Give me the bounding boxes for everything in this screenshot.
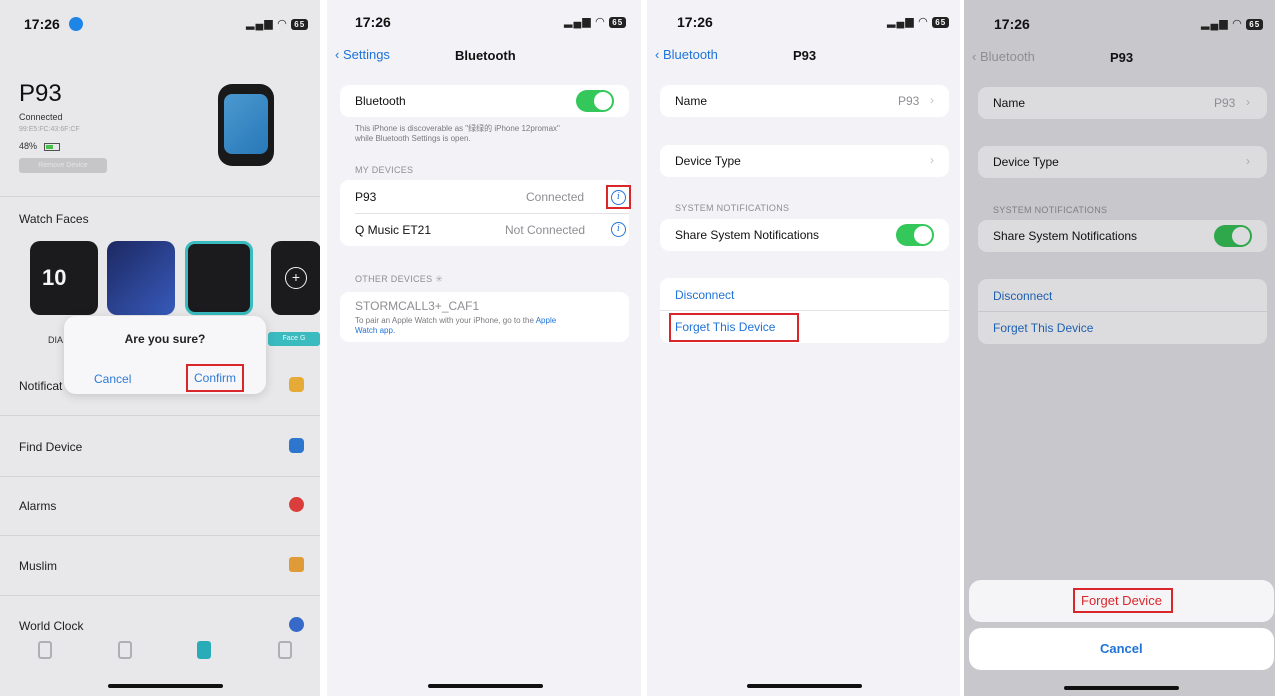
battery-icon: 65 — [1246, 18, 1264, 30]
dialog-title: Are you sure? — [124, 332, 206, 346]
status-time: 17:26 — [355, 14, 391, 30]
disconnect-button[interactable]: Disconnect — [675, 288, 734, 302]
battery-icon: 65 — [609, 16, 627, 28]
share-notifications-label: Share System Notifications — [993, 229, 1138, 243]
home-indicator — [428, 684, 543, 688]
nav-title: Bluetooth — [455, 48, 516, 63]
chevron-right-icon: › — [930, 153, 934, 167]
cancel-sheet-button[interactable]: Cancel — [1100, 641, 1143, 656]
device-type-row[interactable]: Device Type › — [660, 145, 949, 177]
watch-app-screen: 17:26 ▂▄▆ ◠ 65 P93 Connected 99:E5:FC:43… — [0, 0, 320, 696]
share-notifications-label: Share System Notifications — [675, 228, 820, 242]
home-indicator — [108, 684, 223, 688]
nav-title: P93 — [793, 48, 817, 63]
forget-device-link: Forget This Device — [993, 321, 1094, 335]
device-status: Connected — [526, 190, 585, 204]
divider — [660, 310, 949, 311]
apple-watch-link[interactable]: Apple — [536, 316, 556, 325]
my-devices-header: MY DEVICES — [355, 165, 414, 175]
pair-hint: To pair an Apple Watch with your iPhone,… — [355, 316, 625, 336]
forget-device-sheet-option[interactable]: Forget Device — [969, 580, 1274, 622]
bluetooth-toggle[interactable] — [576, 90, 614, 112]
hint-line-2: while Bluetooth Settings is open. — [355, 134, 471, 143]
chevron-right-icon: › — [1246, 154, 1250, 168]
other-devices-header: OTHER DEVICES ✳ — [355, 274, 443, 285]
device-name: Q Music ET21 — [355, 223, 432, 237]
apple-watch-link-2[interactable]: Watch app. — [355, 326, 395, 335]
chevron-right-icon: › — [1246, 95, 1250, 109]
divider — [978, 311, 1267, 312]
back-label: Settings — [342, 47, 390, 62]
home-indicator — [1064, 686, 1179, 690]
home-indicator — [747, 684, 862, 688]
status-time: 17:26 — [994, 16, 1030, 32]
status-time: 17:26 — [677, 14, 713, 30]
disconnect-button: Disconnect — [993, 289, 1053, 303]
back-button[interactable]: ‹ Bluetooth — [655, 47, 718, 62]
actions-card: Disconnect Forget This Device — [978, 279, 1267, 344]
name-row: Name P93 › — [978, 87, 1267, 119]
confirm-dialog: Are you sure? Cancel Confirm — [64, 316, 266, 394]
divider — [355, 213, 629, 214]
share-notifications-toggle — [1214, 225, 1252, 247]
other-device-name[interactable]: STORMCALL3+_CAF1 — [355, 299, 479, 313]
cancel-sheet-option[interactable]: Cancel — [969, 628, 1274, 670]
device-status: Not Connected — [505, 223, 586, 237]
chevron-right-icon: › — [930, 93, 934, 107]
name-value: P93 — [1214, 96, 1236, 110]
system-notifications-header: SYSTEM NOTIFICATIONS — [675, 203, 790, 213]
status-icons: ▂▄▆ ◠ 65 — [887, 15, 950, 28]
share-notifications-row: Share System Notifications — [660, 219, 949, 251]
bluetooth-toggle-row: Bluetooth — [340, 85, 629, 117]
info-icon[interactable]: i — [611, 222, 626, 237]
back-label: Bluetooth — [979, 49, 1035, 64]
pair-hint-text: To pair an Apple Watch with your iPhone,… — [355, 316, 534, 325]
name-row[interactable]: Name P93 › — [660, 85, 949, 117]
back-button[interactable]: ‹ Bluetooth — [972, 49, 1035, 64]
highlight-box — [606, 185, 631, 209]
device-name: P93 — [355, 190, 377, 204]
system-notifications-header: SYSTEM NOTIFICATIONS — [993, 205, 1108, 215]
actions-card: Disconnect Forget This Device — [660, 278, 949, 343]
other-devices-label: OTHER DEVICES — [355, 274, 433, 284]
device-type-label: Device Type — [675, 154, 741, 168]
hint-line-1: This iPhone is discoverable as "绿绿的 iPho… — [355, 124, 560, 133]
device-type-label: Device Type — [993, 155, 1059, 169]
bluetooth-label: Bluetooth — [355, 94, 406, 108]
highlight-box — [669, 313, 799, 342]
name-label: Name — [993, 96, 1026, 110]
dialog-confirm-button[interactable]: Confirm — [186, 364, 244, 392]
nav-title: P93 — [1110, 50, 1134, 65]
my-devices-list: P93 Connected i Q Music ET21 Not Connect… — [340, 180, 631, 246]
device-type-row: Device Type › — [978, 146, 1267, 178]
back-button[interactable]: ‹ Settings — [335, 47, 390, 62]
battery-icon: 65 — [932, 16, 950, 28]
highlight-box — [1073, 588, 1173, 613]
device-detail-screen: 17:26 ▂▄▆ ◠ 65 ‹ Bluetooth P93 Name P93 … — [647, 0, 960, 696]
dialog-cancel-button[interactable]: Cancel — [94, 372, 131, 386]
forget-device-action-sheet-screen: 17:26 ▂▄▆ ◠ 65 ‹ Bluetooth P93 Name P93 … — [964, 0, 1275, 696]
name-value: P93 — [898, 94, 920, 108]
share-notifications-row: Share System Notifications — [978, 220, 1267, 252]
bluetooth-settings-screen: 17:26 ▂▄▆ ◠ 65 ‹ Settings Bluetooth Blue… — [327, 0, 641, 696]
status-icons: ▂▄▆ ◠ 65 — [564, 15, 627, 28]
status-icons: ▂▄▆ ◠ 65 — [1201, 17, 1264, 30]
back-label: Bluetooth — [662, 47, 718, 62]
name-label: Name — [675, 94, 708, 108]
spinner-icon: ✳ — [435, 274, 444, 284]
discoverable-hint: This iPhone is discoverable as "绿绿的 iPho… — [355, 124, 560, 144]
share-notifications-toggle[interactable] — [896, 224, 934, 246]
